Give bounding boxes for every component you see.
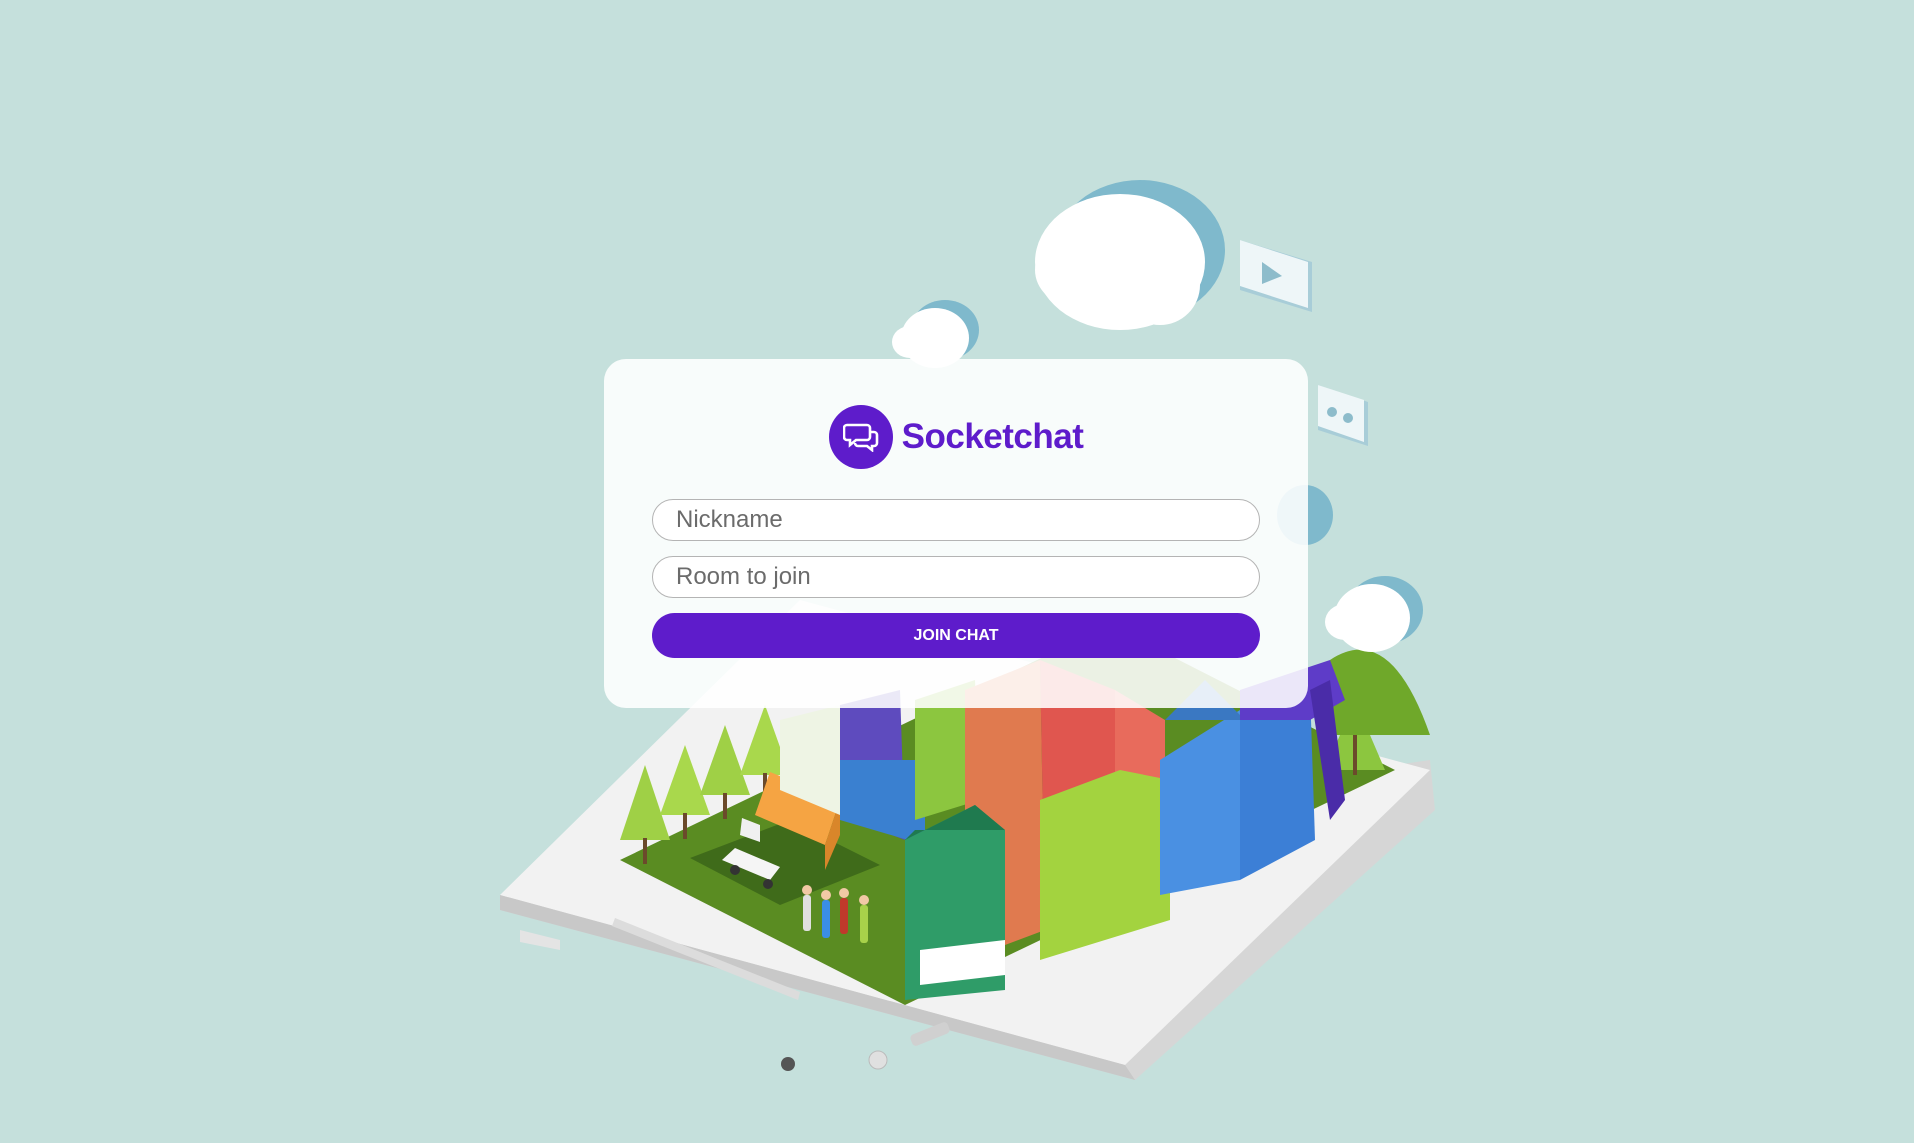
cloud-icon [1325,576,1423,652]
join-form-card: Socketchat JOIN CHAT [604,359,1308,708]
play-video-icon [1240,240,1312,312]
brand-header: Socketchat [652,405,1260,469]
nickname-input[interactable] [652,499,1260,541]
join-chat-button[interactable]: JOIN CHAT [652,613,1260,658]
chat-bubbles-icon [828,405,893,469]
app-name: Socketchat [901,417,1084,456]
cloud-icon [892,300,979,368]
cassette-icon [1318,385,1368,446]
cloud-icon [1035,180,1225,330]
login-page: Socketchat JOIN CHAT [0,0,1914,1143]
room-input[interactable] [652,556,1260,598]
